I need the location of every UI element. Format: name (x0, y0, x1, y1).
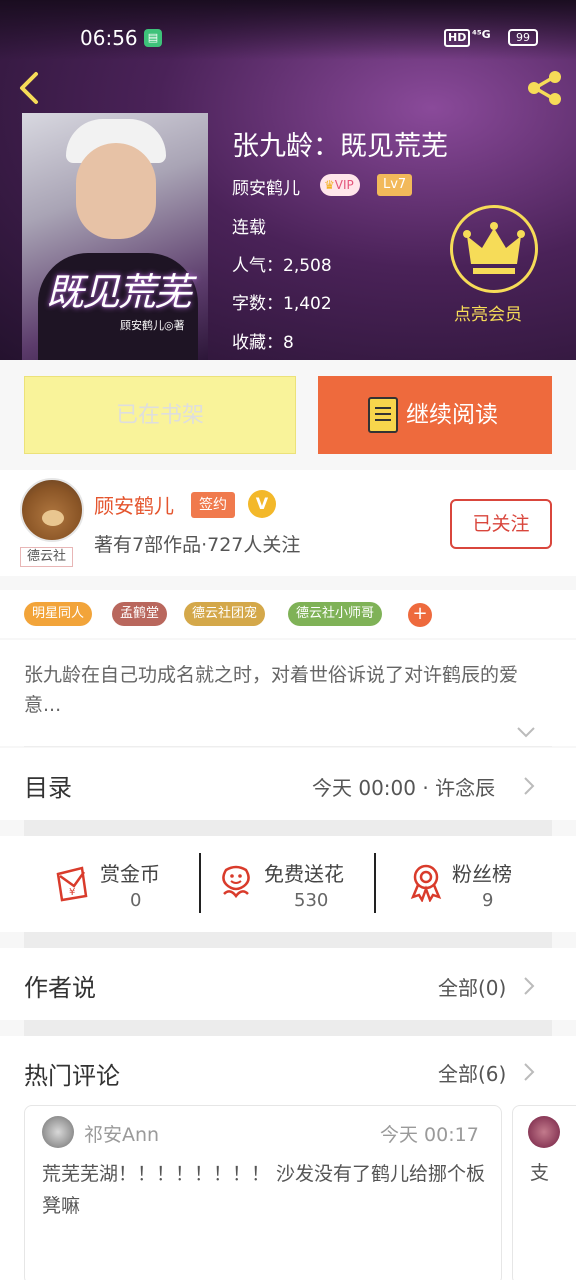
vip-label: VIP (334, 178, 354, 192)
verified-icon: V (248, 490, 276, 518)
share-icon (528, 71, 561, 105)
tag-item[interactable]: 德云社小师哥 (288, 602, 383, 626)
divider (24, 746, 552, 747)
back-button[interactable] (14, 68, 48, 108)
section-divider (24, 1020, 552, 1036)
notification-app-icon: ▤ (144, 29, 162, 47)
svg-text:¥: ¥ (69, 887, 75, 898)
cover-art-face (76, 143, 156, 239)
action-separator (374, 853, 376, 913)
popularity-count: 人气：2,508 (232, 256, 332, 276)
serial-status: 连载 (232, 218, 266, 238)
reward-coins-count: 0 (130, 890, 142, 911)
share-button[interactable] (524, 68, 566, 108)
author-says-all[interactable]: 全部(0) (438, 972, 506, 1001)
book-cover[interactable]: 既见荒芜 顾安鹤儿◎著 (22, 113, 208, 360)
action-separator (199, 853, 201, 913)
author-avatar[interactable] (20, 478, 84, 542)
latest-chapter[interactable]: 今天 00:00 · 许念辰 (312, 772, 495, 801)
chevron-right-icon (524, 977, 535, 995)
catalog-title: 目录 (24, 774, 72, 802)
flower-icon[interactable] (216, 862, 256, 902)
tag-item[interactable]: 德云社团宠 (184, 602, 266, 626)
signed-badge: 签约 (191, 492, 235, 518)
tag-item[interactable]: 孟鹤堂 (112, 602, 168, 626)
comment-text: 支 (530, 1162, 550, 1184)
status-bar: 06:56 ▤ HD ⁴⁵G 99 (0, 0, 576, 56)
free-flower-label[interactable]: 免费送花 (264, 858, 344, 887)
tag-item[interactable]: 明星同人 (24, 602, 93, 626)
chevron-right-icon (524, 1063, 535, 1081)
crown-icon (463, 222, 525, 274)
battery-icon: 99 (508, 29, 538, 46)
commenter-avatar[interactable] (528, 1116, 560, 1148)
author-stats: 著有7部作品·727人关注 (94, 534, 301, 556)
vip-badge: ♛VIP (320, 174, 360, 196)
hot-comments-title: 热门评论 (24, 1062, 120, 1090)
status-time: 06:56 (80, 26, 138, 50)
comment-time: 今天 00:17 (380, 1124, 479, 1146)
chevron-right-icon (524, 777, 535, 795)
red-envelope-icon[interactable]: ¥ (52, 862, 92, 902)
fan-ranking-label[interactable]: 粉丝榜 (452, 858, 512, 887)
book-title: 张九龄：既见荒芜 (232, 131, 448, 162)
book-icon (368, 397, 398, 433)
expand-chevron-icon[interactable] (516, 724, 536, 738)
author-name[interactable]: 顾安鹤儿 (94, 490, 174, 519)
hd-indicator: HD (444, 29, 471, 47)
free-flower-count: 530 (294, 890, 329, 911)
commenter-avatar[interactable] (42, 1116, 74, 1148)
member-crown-button[interactable] (450, 205, 538, 293)
word-count: 字数：1,402 (232, 294, 332, 314)
commenter-name[interactable]: 祁安Ann (84, 1120, 159, 1147)
member-label[interactable]: 点亮会员 (454, 300, 522, 325)
continue-reading-label: 继续阅读 (406, 402, 498, 428)
followed-button[interactable]: 已关注 (450, 499, 552, 549)
crown-icon: ♛ (324, 178, 335, 192)
section-divider (24, 932, 552, 948)
comment-text: 荒芜芜湖！！！！！！！！ 沙发没有了鹤儿给挪个板凳嘛 (42, 1163, 486, 1217)
continue-reading-button[interactable]: 继续阅读 (318, 376, 552, 454)
medal-icon[interactable] (406, 862, 446, 902)
favorites-count: 收藏：8 (232, 333, 294, 353)
cover-author: 顾安鹤儿◎著 (120, 319, 185, 332)
author-says-title: 作者说 (24, 974, 96, 1002)
hot-comments-all[interactable]: 全部(6) (438, 1058, 506, 1087)
signal-icon: ⁴⁵G (472, 28, 491, 41)
level-badge: Lv7 (377, 174, 413, 196)
fan-ranking-count: 9 (482, 890, 494, 911)
section-divider (24, 820, 552, 836)
reward-coins-label[interactable]: 赏金币 (100, 858, 160, 887)
book-author-link[interactable]: 顾安鹤儿 (232, 174, 300, 199)
cover-title: 既见荒芜 (45, 270, 192, 314)
avatar-tag: 德云社 (20, 547, 74, 567)
chevron-left-icon (20, 72, 38, 104)
in-bookshelf-button[interactable]: 已在书架 (24, 376, 296, 454)
book-description: 张九龄在自己功成名就之时，对着世俗诉说了对许鹤辰的爱意... (24, 664, 519, 716)
add-tag-button[interactable]: + (408, 603, 432, 627)
